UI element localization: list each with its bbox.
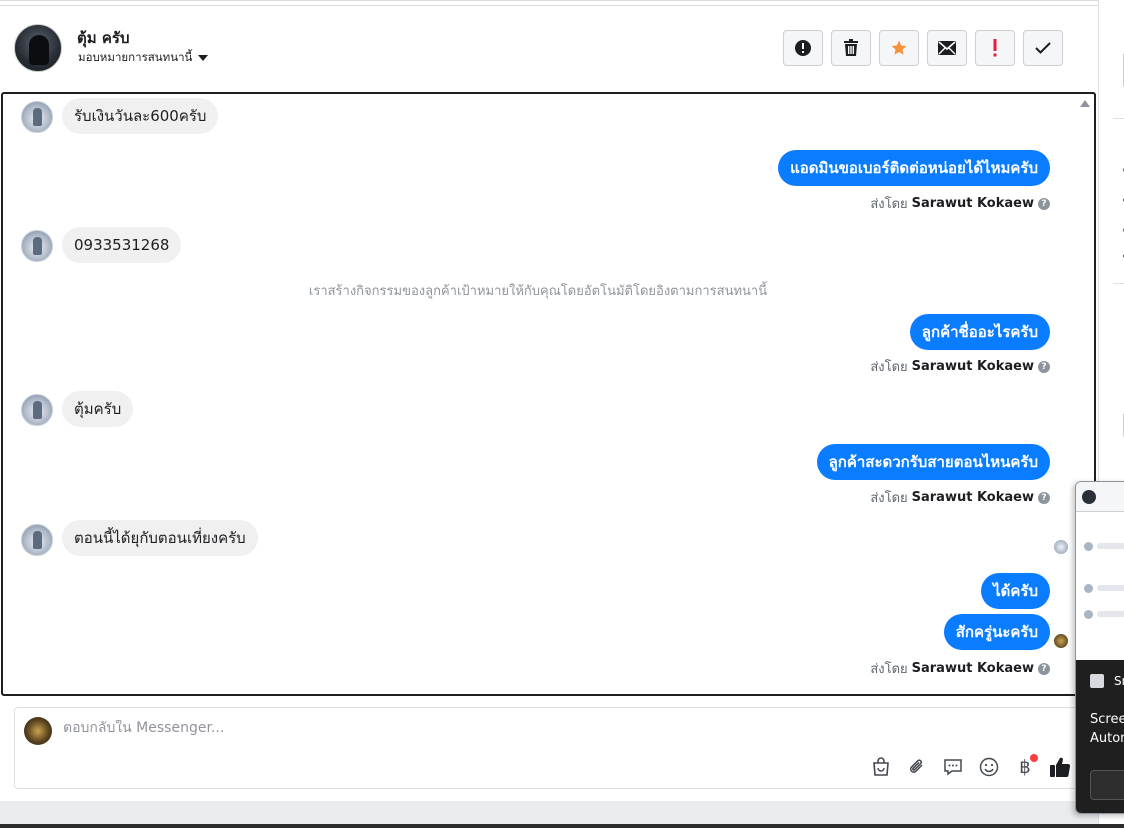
delete-button[interactable]	[831, 30, 871, 66]
incoming-message: 0933531268	[62, 227, 182, 263]
mini-avatar	[1084, 584, 1093, 593]
star-button[interactable]	[879, 30, 919, 66]
exclamation-icon	[993, 39, 997, 57]
help-icon[interactable]: ?	[1038, 491, 1050, 504]
star-icon	[891, 40, 907, 55]
attach-button[interactable]	[904, 754, 930, 780]
help-icon[interactable]: ?	[1038, 360, 1050, 373]
sender-read-avatar	[1054, 634, 1068, 648]
popup-thumb-row	[1084, 584, 1124, 593]
contact-avatar-small	[21, 394, 53, 426]
reply-input[interactable]	[63, 720, 963, 736]
thumbs-up-icon	[1050, 757, 1071, 777]
inbox-main: ตุ้ม ครับ มอบหมายการสนทนานี้ รับเงินวันล…	[0, 0, 1098, 828]
assign-label: มอบหมายการสนทนานี้	[78, 50, 193, 64]
sent-by-label: ส่งโดย Sarawut Kokaew ?	[870, 356, 1050, 377]
chevron-down-icon[interactable]	[198, 55, 209, 61]
popup-header	[1076, 482, 1124, 512]
baht-icon: ฿	[1019, 756, 1031, 778]
shopping-bag-icon	[873, 757, 889, 776]
seen-avatar	[1054, 540, 1068, 554]
incoming-message: ตอนนี้ได้ยุกับตอนเที่ยงครับ	[62, 520, 258, 556]
mark-unread-button[interactable]	[927, 30, 967, 66]
toast-line-2: Autor	[1090, 731, 1124, 746]
contact-avatar-small	[21, 101, 53, 133]
chat-bubble-icon	[944, 759, 962, 776]
app-icon	[1090, 674, 1104, 688]
outgoing-message: สักครู่นะครับ	[943, 614, 1050, 650]
saved-replies-button[interactable]	[940, 754, 966, 780]
sent-by-prefix: ส่งโดย	[870, 491, 908, 506]
follow-up-button[interactable]	[975, 30, 1015, 66]
outgoing-message: ลูกค้าสะดวกรับสายตอนไหนครับ	[816, 444, 1050, 480]
sent-by-prefix: ส่งโดย	[870, 360, 908, 375]
conversation-actions	[783, 30, 1063, 66]
sent-by-prefix: ส่งโดย	[870, 662, 908, 677]
outgoing-message: แอดมินขอเบอร์ติดต่อหน่อยได้ไหมครับ	[778, 150, 1050, 186]
spam-button[interactable]	[783, 30, 823, 66]
panel-divider	[1113, 283, 1124, 284]
system-note: เราสร้างกิจกรรมของลูกค้าเป้าหมายให้กับคุ…	[308, 284, 768, 299]
contact-name[interactable]: ตุ้ม ครับ	[77, 26, 129, 50]
sender-name: Sarawut Kokaew	[911, 490, 1034, 505]
contact-avatar[interactable]	[14, 24, 62, 72]
notification-dot	[1030, 754, 1038, 762]
help-icon[interactable]: ?	[1038, 662, 1050, 675]
check-icon	[1035, 42, 1051, 54]
contact-avatar-small	[21, 524, 53, 556]
mini-text	[1097, 585, 1124, 591]
conversation-header: ตุ้ม ครับ มอบหมายการสนทนานี้	[0, 5, 1098, 91]
mark-done-button[interactable]	[1023, 30, 1063, 66]
outgoing-message: ลูกค้าชื่ออะไรครับ	[909, 314, 1050, 350]
sent-by-prefix: ส่งโดย	[870, 197, 908, 212]
toast-title: Sn	[1114, 674, 1124, 688]
mini-text	[1097, 543, 1124, 549]
taskbar-edge	[0, 824, 1124, 828]
sender-name: Sarawut Kokaew	[911, 661, 1034, 676]
trash-icon	[844, 39, 858, 56]
help-icon[interactable]: ?	[1038, 197, 1050, 210]
scroll-up-arrow-icon[interactable]	[1080, 100, 1090, 107]
incoming-message: ตุ้มครับ	[62, 391, 134, 427]
sender-name: Sarawut Kokaew	[911, 196, 1034, 211]
envelope-icon	[938, 41, 956, 55]
payment-button[interactable]: ฿	[1012, 754, 1038, 780]
like-button[interactable]	[1047, 754, 1073, 780]
popup-avatar	[1082, 490, 1096, 504]
contact-avatar-small	[21, 230, 53, 262]
mini-text	[1097, 611, 1124, 617]
emoji-button[interactable]	[976, 754, 1002, 780]
paperclip-icon	[909, 759, 923, 773]
notification-toast[interactable]: Sn Scree Autor	[1076, 660, 1124, 813]
overlay-popup[interactable]: Sn Scree Autor	[1075, 481, 1124, 814]
sent-by-label: ส่งโดย Sarawut Kokaew ?	[870, 193, 1050, 214]
outgoing-message: ได้ครับ	[981, 573, 1050, 609]
popup-thumb-row	[1084, 610, 1124, 619]
popup-thumb-row	[1084, 542, 1124, 551]
reply-composer: ฿	[14, 707, 1094, 789]
toast-body: Scree Autor	[1090, 710, 1124, 748]
shop-bag-button[interactable]	[868, 754, 894, 780]
panel-divider	[1113, 118, 1124, 119]
mini-avatar	[1084, 610, 1093, 619]
toast-line-1: Scree	[1090, 712, 1124, 727]
mini-avatar	[1084, 542, 1093, 551]
incoming-message: รับเงินวันละ600ครับ	[62, 98, 219, 134]
sender-name: Sarawut Kokaew	[911, 359, 1034, 374]
sent-by-label: ส่งโดย Sarawut Kokaew ?	[870, 658, 1050, 679]
message-thread[interactable]: รับเงินวันละ600ครับ แอดมินขอเบอร์ติดต่อห…	[1, 92, 1096, 696]
alert-circle-icon	[795, 40, 811, 56]
page-avatar	[24, 717, 52, 745]
assign-conversation[interactable]: มอบหมายการสนทนานี้	[78, 49, 209, 67]
toast-button[interactable]	[1090, 770, 1124, 800]
sent-by-label: ส่งโดย Sarawut Kokaew ?	[870, 487, 1050, 508]
smiley-icon	[979, 757, 999, 777]
